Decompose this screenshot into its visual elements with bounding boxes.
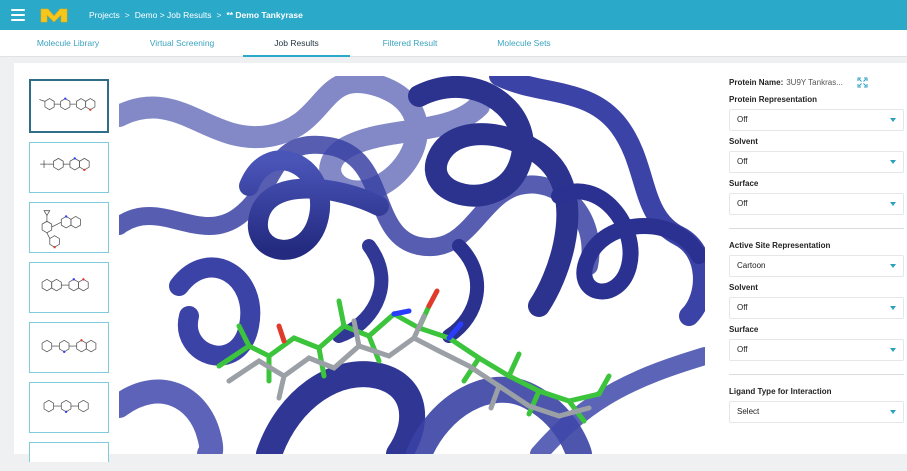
active-site-solvent-label: Solvent — [729, 283, 758, 292]
protein-surface-select[interactable]: Off — [729, 193, 904, 215]
chevron-down-icon — [890, 348, 896, 352]
protein-name: Protein Name: 3U9Y Tankras... — [729, 75, 904, 89]
protein-ribbon — [119, 76, 705, 454]
visualization-settings-panel: Protein Name: 3U9Y Tankras... Protein Re… — [729, 75, 904, 423]
tab-molecule-library[interactable]: Molecule Library — [24, 30, 112, 57]
tab-bar: Molecule Library Virtual Screening Job R… — [0, 30, 907, 57]
molecule-thumbnail[interactable] — [29, 322, 109, 373]
protein-surface-label: Surface — [729, 179, 759, 188]
active-site-solvent-select[interactable]: Off — [729, 297, 904, 319]
molecule-structure-icon — [39, 97, 96, 111]
molecule-thumbnail[interactable] — [29, 142, 109, 193]
protein-ligand-structure — [119, 76, 705, 454]
molecule-structure-icon — [41, 339, 97, 353]
breadcrumb-current: ** Demo Tankyrase — [226, 10, 303, 20]
select-value: Off — [737, 345, 748, 354]
tab-virtual-screening[interactable]: Virtual Screening — [138, 30, 226, 57]
breadcrumb-separator: > — [124, 10, 130, 20]
molecule-structure-icon — [41, 278, 89, 292]
protein-solvent-label: Solvent — [729, 137, 758, 146]
menu-icon[interactable] — [11, 9, 25, 21]
tab-molecule-sets[interactable]: Molecule Sets — [480, 30, 568, 57]
protein-solvent-select[interactable]: Off — [729, 151, 904, 173]
molecule-structure-icon — [43, 399, 89, 413]
molecule-thumbnail[interactable] — [29, 79, 109, 133]
protein-representation-label: Protein Representation — [729, 95, 818, 104]
breadcrumb-separator: > — [216, 10, 222, 20]
molecule-structure-icon — [40, 157, 90, 172]
chevron-down-icon — [890, 160, 896, 164]
active-site-representation-label: Active Site Representation — [729, 241, 831, 250]
chevron-down-icon — [890, 118, 896, 122]
chevron-down-icon — [890, 306, 896, 310]
select-value: Off — [737, 303, 748, 312]
breadcrumb-job-results[interactable]: Demo > Job Results — [135, 10, 212, 20]
breadcrumb-projects[interactable]: Projects — [89, 10, 120, 20]
active-site-surface-label: Surface — [729, 325, 759, 334]
select-value: Off — [737, 115, 748, 124]
ligand-type-label: Ligand Type for Interaction — [729, 387, 832, 396]
select-value: Off — [737, 157, 748, 166]
chevron-down-icon — [890, 410, 896, 414]
molecule-structure-icon — [41, 210, 81, 249]
chevron-down-icon — [890, 264, 896, 268]
section-divider — [729, 228, 904, 229]
active-site-representation-select[interactable]: Cartoon — [729, 255, 904, 277]
molecule-thumbnail[interactable] — [29, 382, 109, 433]
tab-filtered-result[interactable]: Filtered Result — [366, 30, 454, 57]
molecule-thumbnail[interactable] — [29, 202, 109, 253]
select-value: Select — [737, 407, 760, 416]
protein-name-value: 3U9Y Tankras... — [786, 77, 843, 87]
molecule-thumbnail-list — [29, 79, 109, 471]
select-value: Off — [737, 199, 748, 208]
active-site-surface-select[interactable]: Off — [729, 339, 904, 361]
molecule-thumbnail[interactable] — [29, 442, 109, 462]
molecule-thumbnail[interactable] — [29, 262, 109, 313]
ligand-type-select[interactable]: Select — [729, 401, 904, 423]
chevron-down-icon — [890, 202, 896, 206]
tab-job-results[interactable]: Job Results — [243, 30, 350, 57]
expand-icon[interactable] — [857, 77, 868, 88]
section-divider — [729, 374, 904, 375]
top-bar: Projects > Demo > Job Results > ** Demo … — [0, 0, 907, 30]
breadcrumb: Projects > Demo > Job Results > ** Demo … — [89, 10, 303, 20]
app-logo[interactable] — [39, 6, 69, 24]
results-content: Protein Name: 3U9Y Tankras... Protein Re… — [14, 63, 907, 462]
protein-name-label: Protein Name: — [729, 77, 784, 87]
select-value: Cartoon — [737, 261, 766, 270]
protein-representation-select[interactable]: Off — [729, 109, 904, 131]
molecule-3d-viewer[interactable] — [119, 76, 705, 454]
